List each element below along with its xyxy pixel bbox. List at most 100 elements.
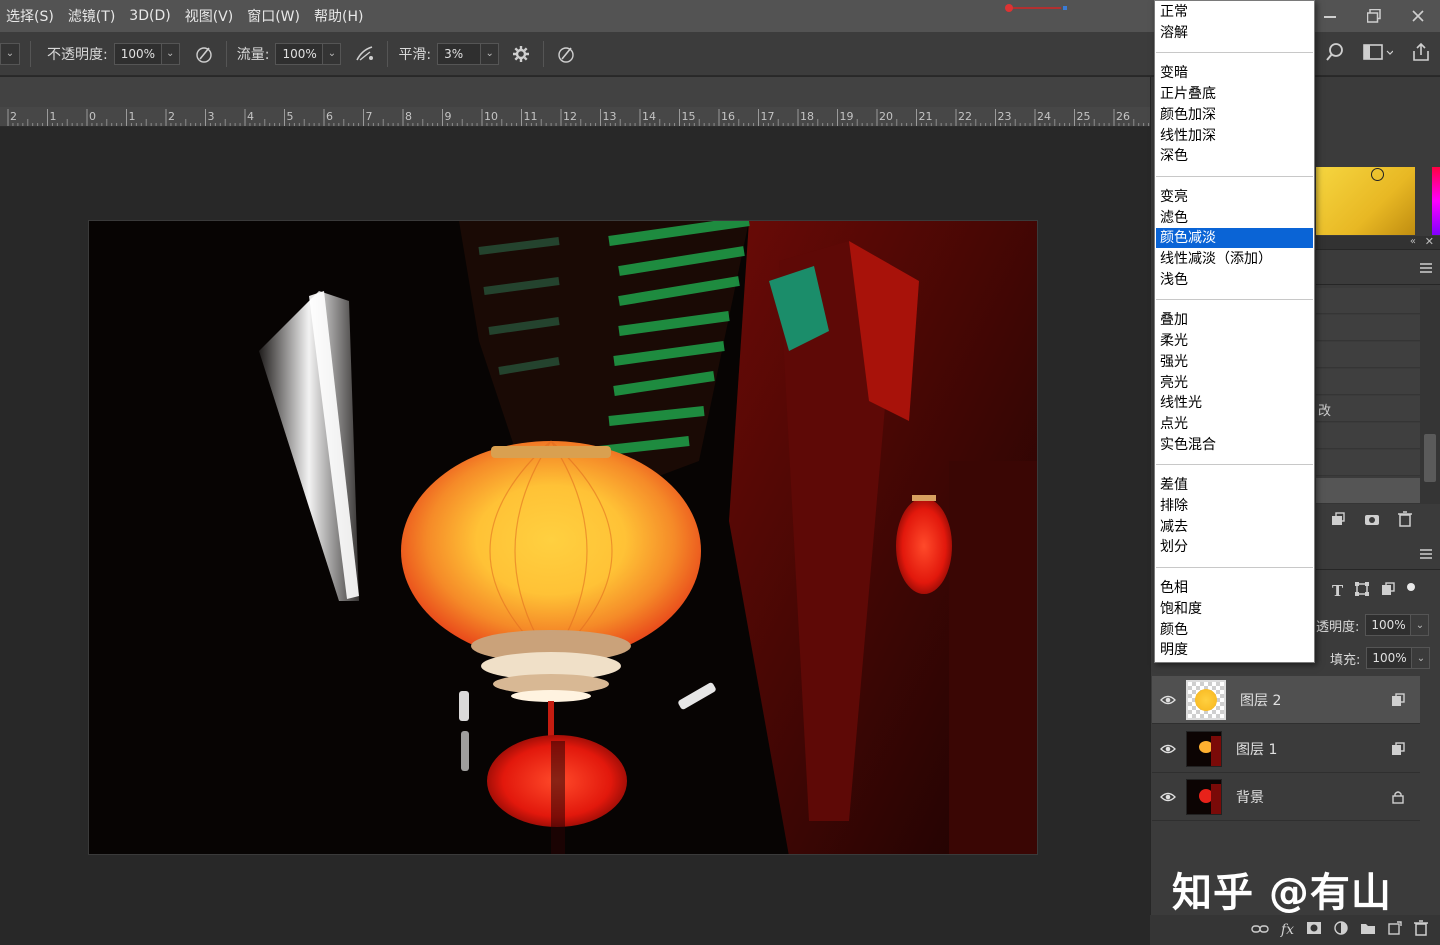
- type-filter-icon[interactable]: T: [1332, 582, 1343, 600]
- blend-mode-option[interactable]: 正常: [1156, 2, 1313, 22]
- trash-icon[interactable]: [1398, 511, 1412, 531]
- close-panel-icon[interactable]: ✕: [1425, 235, 1434, 248]
- blend-mode-option[interactable]: 线性光: [1156, 393, 1313, 413]
- layer-row[interactable]: 图层 2: [1152, 676, 1420, 724]
- blend-mode-option[interactable]: 颜色: [1156, 620, 1313, 640]
- menu-3d[interactable]: 3D(D): [123, 8, 178, 24]
- layer-name[interactable]: 图层 1: [1236, 739, 1390, 759]
- layer-opacity-dropdown[interactable]: ⌄: [1411, 614, 1430, 636]
- blend-mode-option[interactable]: 溶解: [1156, 23, 1313, 43]
- blend-mode-option[interactable]: 实色混合: [1156, 435, 1313, 455]
- layer-opacity-input[interactable]: 100%: [1365, 614, 1412, 636]
- blend-mode-option[interactable]: 排除: [1156, 496, 1313, 516]
- blend-mode-option[interactable]: 滤色: [1156, 208, 1313, 228]
- menu-window[interactable]: 窗口(W): [241, 6, 308, 26]
- opacity-dropdown[interactable]: ⌄: [161, 42, 180, 65]
- blend-mode-option[interactable]: 变暗: [1156, 63, 1313, 83]
- blend-mode-option[interactable]: 色相: [1156, 578, 1313, 598]
- history-row[interactable]: [1316, 369, 1420, 395]
- new-document-from-state-icon[interactable]: [1330, 512, 1346, 530]
- canvas-area[interactable]: [0, 127, 1150, 945]
- history-menu-icon[interactable]: [1420, 263, 1432, 273]
- color-picker-ring[interactable]: [1371, 168, 1384, 181]
- flow-input[interactable]: 100%: [275, 42, 324, 65]
- smart-object-filter-icon[interactable]: [1381, 582, 1395, 600]
- layer-fill-dropdown[interactable]: ⌄: [1412, 647, 1431, 669]
- zoom-mini-slider[interactable]: [1005, 4, 1067, 12]
- blend-mode-option[interactable]: 线性减淡（添加）: [1156, 249, 1313, 269]
- pressure-opacity-icon[interactable]: [192, 42, 216, 66]
- workspace-icon[interactable]: [1363, 43, 1394, 65]
- blend-mode-option[interactable]: 颜色加深: [1156, 105, 1313, 125]
- history-scrollbar[interactable]: [1420, 290, 1440, 504]
- blend-mode-option[interactable]: 划分: [1156, 537, 1313, 557]
- history-row-active[interactable]: [1316, 478, 1420, 504]
- add-mask-icon[interactable]: [1306, 921, 1322, 939]
- delete-layer-icon[interactable]: [1414, 920, 1428, 940]
- scroll-thumb[interactable]: [1424, 434, 1436, 482]
- menu-help[interactable]: 帮助(H): [308, 6, 371, 26]
- history-row[interactable]: [1316, 315, 1420, 341]
- close-icon[interactable]: [1396, 0, 1440, 32]
- blend-mode-option[interactable]: 点光: [1156, 414, 1313, 434]
- blend-mode-option[interactable]: 深色: [1156, 146, 1313, 166]
- color-field[interactable]: [1316, 167, 1415, 235]
- visibility-eye-icon[interactable]: [1152, 744, 1184, 754]
- history-row[interactable]: 改: [1316, 396, 1420, 422]
- adjustment-layer-icon[interactable]: [1334, 921, 1348, 939]
- menu-filter[interactable]: 滤镜(T): [62, 6, 123, 26]
- lantern-photo[interactable]: [88, 220, 1038, 855]
- layer-opacity-row: 透明度: 100% ⌄: [1316, 610, 1440, 640]
- blend-mode-option[interactable]: 强光: [1156, 352, 1313, 372]
- layer-row[interactable]: 图层 1: [1152, 725, 1420, 773]
- folder-icon[interactable]: [1360, 922, 1376, 939]
- blend-mode-option[interactable]: 差值: [1156, 475, 1313, 495]
- history-row[interactable]: [1316, 342, 1420, 368]
- document-tabs: [0, 77, 1150, 107]
- pressure-size-icon[interactable]: [554, 42, 578, 66]
- blend-mode-option[interactable]: 减去: [1156, 517, 1313, 537]
- blend-mode-option[interactable]: 正片叠底: [1156, 84, 1313, 104]
- collapse-icon[interactable]: «: [1410, 236, 1416, 247]
- filter-toggle-icon[interactable]: [1407, 583, 1416, 591]
- blend-mode-option[interactable]: 明度: [1156, 640, 1313, 660]
- search-icon[interactable]: [1325, 42, 1345, 66]
- fx-icon[interactable]: fx: [1281, 922, 1294, 938]
- menu-view[interactable]: 视图(V): [179, 6, 242, 26]
- blend-mode-option[interactable]: 柔光: [1156, 331, 1313, 351]
- blend-mode-option[interactable]: 浅色: [1156, 270, 1313, 290]
- blend-mode-option[interactable]: 变亮: [1156, 187, 1313, 207]
- blend-mode-option[interactable]: 颜色减淡: [1156, 228, 1313, 249]
- smoothing-input[interactable]: 3%: [437, 42, 482, 65]
- layer-name[interactable]: 背景: [1236, 787, 1390, 807]
- history-row[interactable]: [1316, 450, 1420, 476]
- blend-mode-option[interactable]: 线性加深: [1156, 126, 1313, 146]
- opacity-input[interactable]: 100%: [113, 42, 162, 65]
- blend-mode-option[interactable]: 亮光: [1156, 373, 1313, 393]
- blend-mode-option[interactable]: 饱和度: [1156, 599, 1313, 619]
- blend-mode-dropdown[interactable]: 正常 溶解变暗 正片叠底 颜色加深 线性加深 深色变亮 滤色 颜色减淡 线性减淡（添加） 浅色叠加…: [1154, 0, 1315, 663]
- history-row[interactable]: [1316, 288, 1420, 314]
- visibility-eye-icon[interactable]: [1152, 792, 1184, 802]
- camera-icon[interactable]: [1364, 512, 1380, 530]
- history-row[interactable]: [1316, 423, 1420, 449]
- restore-icon[interactable]: [1352, 0, 1396, 32]
- layer-name[interactable]: 图层 2: [1240, 690, 1390, 710]
- airbrush-icon[interactable]: [353, 42, 377, 66]
- layer-fill-input[interactable]: 100%: [1366, 647, 1413, 669]
- tool-preset-dropdown[interactable]: ⌄: [0, 42, 20, 65]
- ruler-label: 23: [997, 110, 1012, 123]
- menu-select[interactable]: 选择(S): [0, 6, 62, 26]
- flow-dropdown[interactable]: ⌄: [323, 42, 342, 65]
- blend-mode-option[interactable]: 叠加: [1156, 310, 1313, 330]
- share-icon[interactable]: [1411, 42, 1431, 66]
- hue-slider[interactable]: [1432, 167, 1440, 235]
- shape-filter-icon[interactable]: [1355, 582, 1370, 600]
- visibility-eye-icon[interactable]: [1152, 695, 1184, 705]
- layers-menu-icon[interactable]: [1420, 549, 1432, 559]
- layer-row[interactable]: 背景: [1152, 773, 1420, 821]
- link-layers-icon[interactable]: [1251, 922, 1269, 938]
- smoothing-dropdown[interactable]: ⌄: [481, 42, 500, 65]
- new-layer-icon[interactable]: [1388, 921, 1402, 939]
- gear-icon[interactable]: [509, 42, 533, 66]
